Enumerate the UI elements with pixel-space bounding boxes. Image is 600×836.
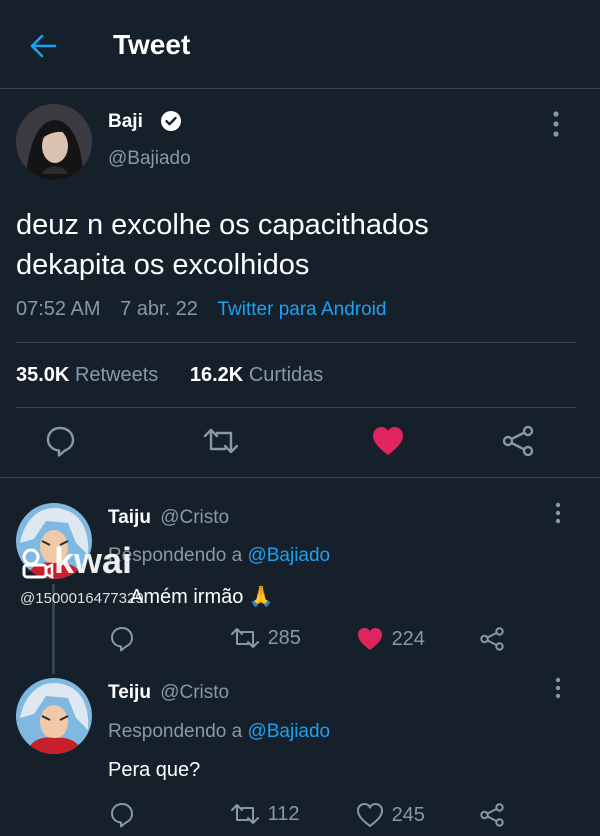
- reply-icon[interactable]: [110, 626, 134, 652]
- author-handle[interactable]: @Bajiado: [108, 148, 191, 170]
- retweets-count: 35.0K: [16, 364, 70, 386]
- more-icon[interactable]: [554, 502, 562, 524]
- retweet-count: 285: [267, 626, 301, 649]
- retweet-count: 112: [267, 802, 300, 825]
- watermark-id: @1500016477329: [20, 590, 144, 607]
- like-count: 224: [391, 627, 425, 650]
- verified-icon: [160, 110, 182, 132]
- replying-to: Respondendo a @Bajiado: [108, 545, 330, 567]
- reply-author-name[interactable]: Taiju: [108, 507, 151, 528]
- reply-icon[interactable]: [45, 425, 75, 457]
- replying-to-link[interactable]: @Bajiado: [247, 545, 330, 566]
- retweet-action[interactable]: 112: [230, 802, 299, 826]
- divider: [0, 477, 600, 478]
- reply-author-handle[interactable]: @Cristo: [160, 507, 229, 528]
- like-action[interactable]: 224: [356, 626, 425, 652]
- avatar[interactable]: [16, 104, 92, 180]
- more-icon[interactable]: [552, 110, 560, 138]
- replying-prefix: Respondendo a: [108, 721, 243, 742]
- watermark-brand: kwai: [54, 540, 133, 581]
- retweet-icon[interactable]: [202, 426, 240, 456]
- kwai-logo-icon: [20, 546, 54, 580]
- reply-header: Teiju @Cristo: [108, 682, 229, 704]
- retweet-icon: [230, 802, 260, 826]
- retweet-icon: [230, 626, 260, 650]
- replying-to: Respondendo a @Bajiado: [108, 721, 330, 743]
- avatar[interactable]: [16, 678, 92, 754]
- reply-text: Pera que?: [108, 759, 201, 781]
- tweet-text-line-1: deuz n excolhe os capacithados: [16, 209, 429, 241]
- reply-author-handle[interactable]: @Cristo: [160, 682, 229, 703]
- more-icon[interactable]: [554, 677, 562, 699]
- reply-text: Amém irmão 🙏: [130, 586, 274, 608]
- retweets-label: Retweets: [74, 364, 159, 386]
- divider: [16, 342, 576, 343]
- header-divider: [0, 88, 600, 89]
- share-icon[interactable]: [479, 626, 505, 652]
- like-icon: [356, 802, 384, 828]
- reply-icon[interactable]: [110, 802, 134, 828]
- likes-label: Curtidas: [248, 364, 324, 386]
- author-name[interactable]: Baji: [108, 111, 143, 133]
- like-count: 245: [391, 803, 425, 826]
- tweet-source[interactable]: Twitter para Android: [217, 299, 386, 320]
- retweets-stat[interactable]: 35.0K Retweets: [16, 364, 164, 386]
- like-action[interactable]: 245: [356, 802, 425, 828]
- retweet-action[interactable]: 285: [230, 626, 301, 650]
- tweet-time: 07:52 AM: [16, 298, 101, 320]
- share-icon[interactable]: [479, 802, 505, 828]
- like-icon: [356, 626, 384, 652]
- reply-author-name[interactable]: Teiju: [108, 682, 151, 703]
- share-icon[interactable]: [501, 424, 535, 458]
- likes-count: 16.2K: [189, 364, 244, 386]
- page-title: Tweet: [113, 29, 191, 60]
- divider: [16, 407, 576, 408]
- tweet-date: 7 abr. 22: [120, 298, 198, 320]
- tweet-meta: 07:52 AM 7 abr. 22 Twitter para Android: [16, 298, 386, 321]
- tweet-text-line-2: dekapita os excolhidos: [16, 249, 310, 281]
- reply-header: Taiju @Cristo: [108, 507, 229, 529]
- replying-to-link[interactable]: @Bajiado: [247, 721, 330, 742]
- back-arrow-icon[interactable]: [28, 32, 58, 60]
- likes-stat[interactable]: 16.2K Curtidas: [190, 364, 323, 386]
- tweet-stats: 35.0K Retweets 16.2K Curtidas: [16, 364, 323, 387]
- like-icon[interactable]: [371, 425, 405, 457]
